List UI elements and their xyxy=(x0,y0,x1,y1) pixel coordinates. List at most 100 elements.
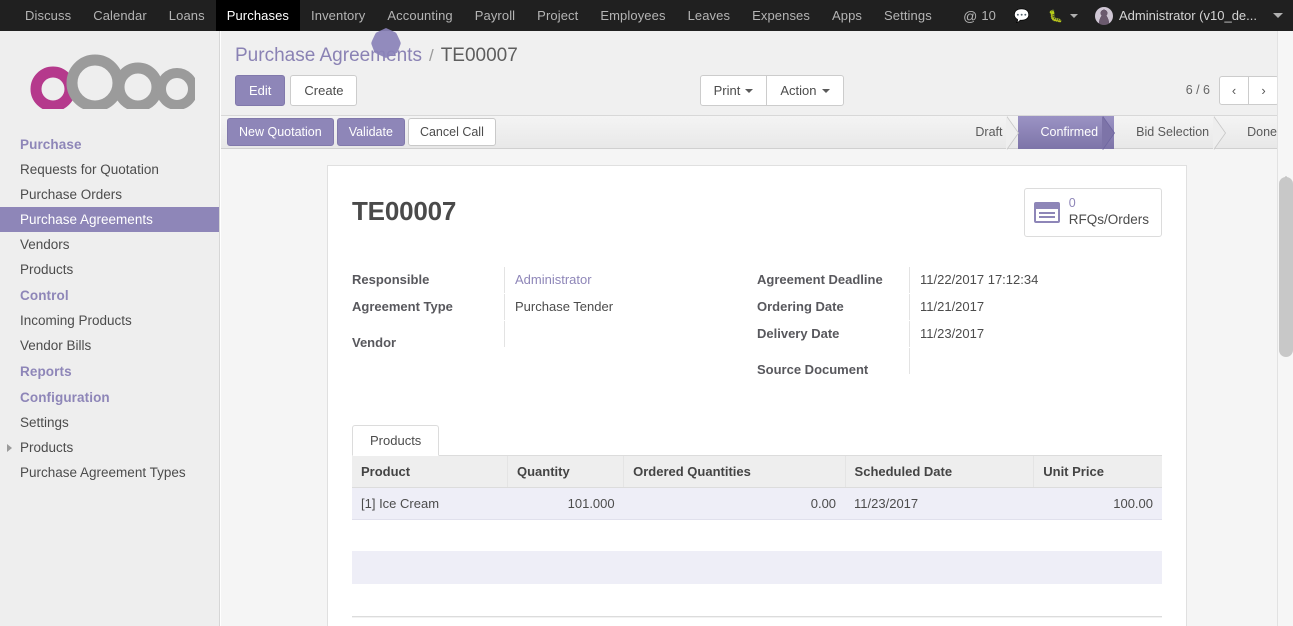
table-add-line-row[interactable] xyxy=(352,551,1162,584)
sidebar-item-purchase-agreements[interactable]: Purchase Agreements xyxy=(0,207,219,232)
nav-item-loans[interactable]: Loans xyxy=(158,0,216,31)
stage-bid-selection[interactable]: Bid Selection xyxy=(1114,115,1227,150)
chevron-left-icon: ‹ xyxy=(1231,82,1237,98)
cell-unit-price: 100.00 xyxy=(1033,487,1162,520)
products-table-body: [1] Ice Cream 101.000 0.00 11/23/2017 100.00 xyxy=(352,487,1162,584)
nav-item-apps[interactable]: Apps xyxy=(821,0,873,31)
sidebar-item-products[interactable]: Products xyxy=(0,435,219,460)
navbar-system-tray: @ 10 💬 🐛 Administrator (v10_de... xyxy=(954,0,1293,31)
messages-button[interactable]: 💬 xyxy=(1005,0,1039,31)
stage-confirmed[interactable]: Confirmed xyxy=(1018,115,1115,150)
workflow-button-cancel-call[interactable]: Cancel Call xyxy=(407,117,496,147)
cell-empty xyxy=(507,551,624,584)
table-blank-row xyxy=(352,519,1162,551)
field-row-delivery-date: Delivery Date 11/23/2017 xyxy=(757,320,1162,348)
sidebar-item-label: Incoming Products xyxy=(20,313,132,328)
sidebar-item-purchase-orders[interactable]: Purchase Orders xyxy=(0,182,219,207)
column-header-quantity[interactable]: Quantity xyxy=(507,455,625,488)
nav-item-settings[interactable]: Settings xyxy=(873,0,943,31)
field-value-agreement-type: Purchase Tender xyxy=(504,293,757,320)
nav-item-discuss[interactable]: Discuss xyxy=(14,0,82,31)
bug-icon: 🐛 xyxy=(1048,8,1063,23)
sidebar-item-vendor-bills[interactable]: Vendor Bills xyxy=(0,333,219,358)
mentions-count: 10 xyxy=(981,8,996,23)
record-pager: 6 / 6 ‹ › xyxy=(1186,75,1280,105)
nav-item-accounting[interactable]: Accounting xyxy=(376,0,463,31)
cell-quantity: 101.000 xyxy=(507,487,624,520)
create-button[interactable]: Create xyxy=(290,74,358,106)
mentions-counter[interactable]: @ 10 xyxy=(954,0,1005,31)
sidebar-item-incoming-products[interactable]: Incoming Products xyxy=(0,308,219,333)
action-label: Action xyxy=(780,82,817,98)
caret-right-icon[interactable] xyxy=(7,443,12,452)
user-menu-chevron-down-icon[interactable] xyxy=(1273,13,1283,18)
products-table-head: Product Quantity Ordered Quantities Schedul… xyxy=(352,455,1162,488)
field-label: Agreement Deadline xyxy=(757,271,883,287)
sidebar-item-vendors[interactable]: Vendors xyxy=(0,232,219,257)
sidebar-section-reports: Reports xyxy=(20,364,72,379)
nav-item-calendar[interactable]: Calendar xyxy=(82,0,158,31)
nav-item-expenses[interactable]: Expenses xyxy=(741,0,821,31)
form-fields: Responsible Administrator Agreement Type Pu… xyxy=(352,266,1162,377)
nav-item-leaves[interactable]: Leaves xyxy=(677,0,742,31)
sheet-header: TE00007 0 RFQs/Orders xyxy=(352,188,1162,237)
field-value-source-document xyxy=(909,347,1162,374)
odoo-logo-link[interactable] xyxy=(0,31,219,131)
nav-item-payroll[interactable]: Payroll xyxy=(464,0,526,31)
breadcrumb-current: TE00007 xyxy=(440,45,518,66)
control-panel-buttons: Edit Create Print Action 6 / 6 ‹ › xyxy=(221,67,1293,115)
table-row[interactable]: [1] Ice Cream 101.000 0.00 11/23/2017 100.00 xyxy=(352,487,1162,520)
sidebar-item-purchase-agreement-types[interactable]: Purchase Agreement Types xyxy=(0,460,219,485)
cell-empty xyxy=(1033,519,1162,551)
nav-item-inventory[interactable]: Inventory xyxy=(300,0,376,31)
status-bar: New Quotation Validate Cancel Call Draft Co… xyxy=(221,115,1293,150)
workflow-button-validate[interactable]: Validate xyxy=(336,117,405,147)
column-header-product[interactable]: Product xyxy=(352,455,508,488)
workflow-button-new-quotation[interactable]: New Quotation xyxy=(227,117,334,147)
workflow-buttons: New Quotation Validate Cancel Call xyxy=(227,117,499,147)
field-label: Source Document xyxy=(757,361,869,377)
sidebar-item-settings[interactable]: Settings xyxy=(0,410,219,435)
breadcrumb-root-link[interactable]: Purchase Agreements xyxy=(235,45,422,67)
sidebar-item-products[interactable]: Products xyxy=(0,257,219,282)
nav-item-purchases[interactable]: Purchases xyxy=(215,0,301,31)
pager-next-button[interactable]: › xyxy=(1249,75,1280,105)
action-dropdown-button[interactable]: Action xyxy=(766,74,844,106)
tab-products[interactable]: Products xyxy=(352,424,440,456)
cell-empty xyxy=(352,551,508,584)
edit-button[interactable]: Edit xyxy=(235,74,286,106)
cell-empty xyxy=(623,551,846,584)
field-value-responsible[interactable]: Administrator xyxy=(504,266,757,293)
cell-scheduled-date: 11/23/2017 xyxy=(845,487,1034,520)
sidebar-item-label: Products xyxy=(20,262,74,277)
scrollbar-thumb[interactable] xyxy=(1279,177,1293,357)
debug-menu-button[interactable]: 🐛 xyxy=(1039,0,1087,31)
nav-item-employees[interactable]: Employees xyxy=(589,0,676,31)
sidebar-item-label: Requests for Quotation xyxy=(20,162,159,177)
field-value-vendor xyxy=(504,320,757,347)
chevron-right-icon: › xyxy=(1261,82,1266,98)
form-sheet-background: TE00007 0 RFQs/Orders Responsible Adminis… xyxy=(221,149,1293,626)
form-column-right: Agreement Deadline 11/22/2017 17:12:34 Ord… xyxy=(757,266,1162,377)
breadcrumb-separator: / xyxy=(428,46,434,65)
stat-button-label: RFQs/Orders xyxy=(1068,211,1149,227)
print-dropdown-button[interactable]: Print xyxy=(699,74,768,106)
column-header-scheduled-date[interactable]: Scheduled Date xyxy=(845,455,1035,488)
nav-item-project[interactable]: Project xyxy=(526,0,589,31)
user-menu[interactable]: Administrator (v10_de... xyxy=(1087,0,1263,31)
pager-previous-button[interactable]: ‹ xyxy=(1219,75,1250,105)
notebook-tabs: Products xyxy=(352,424,1162,456)
column-header-unit-price[interactable]: Unit Price xyxy=(1033,455,1162,488)
stat-button-value: 0 xyxy=(1068,196,1076,210)
list-view-icon xyxy=(1033,201,1060,223)
vertical-scrollbar[interactable] xyxy=(1277,31,1293,626)
stage-draft[interactable]: Draft xyxy=(953,115,1020,150)
sidebar-item-label: Vendor Bills xyxy=(20,338,92,353)
rfqs-orders-stat-button[interactable]: 0 RFQs/Orders xyxy=(1023,188,1162,237)
field-row-ordering-date: Ordering Date 11/21/2017 xyxy=(757,293,1162,321)
cell-empty xyxy=(1033,551,1162,584)
sidebar-item-requests-for-quotation[interactable]: Requests for Quotation xyxy=(0,157,219,182)
top-navbar: Discuss Calendar Loans Purchases Inventory Ac… xyxy=(0,0,1293,31)
column-header-ordered-quantities[interactable]: Ordered Quantities xyxy=(623,455,846,488)
field-row-agreement-type: Agreement Type Purchase Tender xyxy=(352,293,757,321)
